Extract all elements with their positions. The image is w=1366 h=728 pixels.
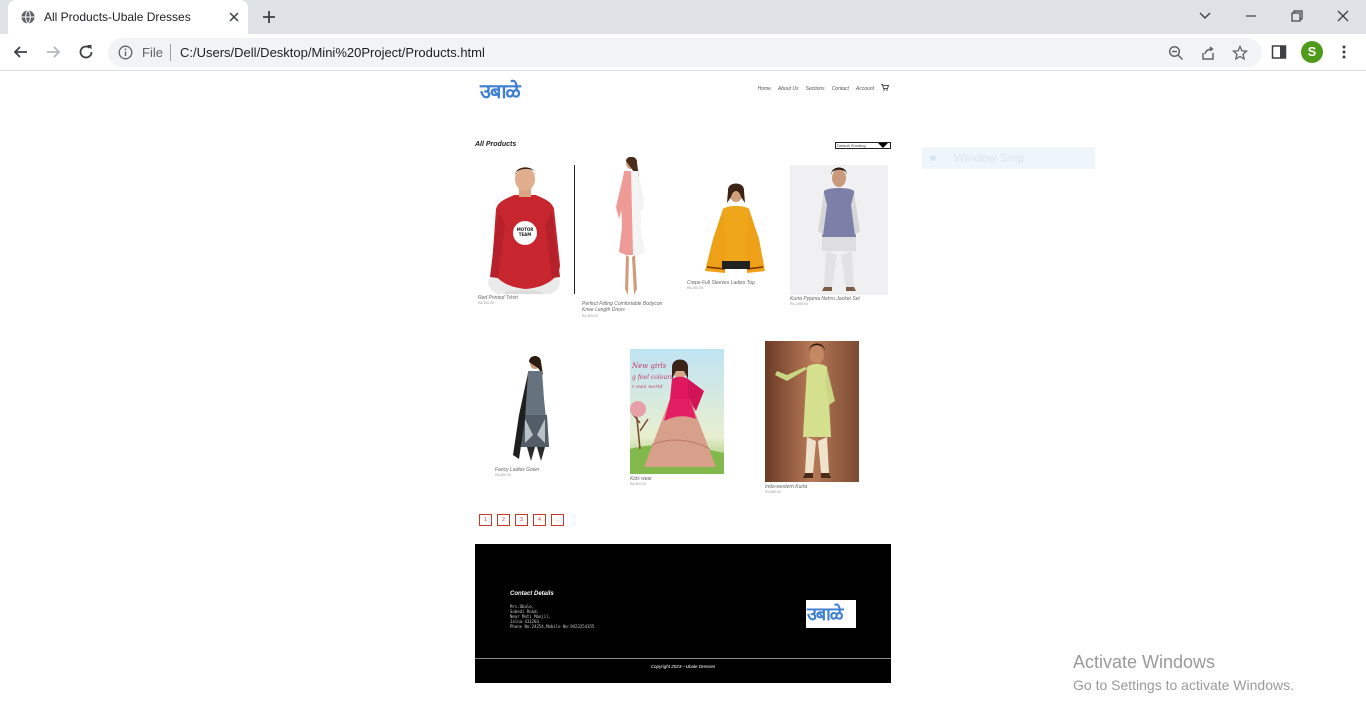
footer-copyright: Copyright 2023—Ubale Dresses: [650, 664, 716, 669]
window-close-icon[interactable]: [1334, 7, 1352, 25]
product-price: Rs.550.00: [765, 490, 781, 494]
restore-icon[interactable]: [1288, 7, 1306, 25]
page-4-button[interactable]: 4: [533, 514, 546, 526]
back-arrow-icon[interactable]: [11, 42, 31, 62]
footer-divider: [475, 658, 891, 659]
snip-label: Window Snip: [954, 151, 1025, 165]
page-2-button[interactable]: 2: [497, 514, 510, 526]
svg-text:TEAM: TEAM: [519, 232, 532, 237]
product-card[interactable]: Crepe Full Sleeves Ladies Top Rs.250.00: [685, 179, 785, 299]
product-card[interactable]: New girls g feel colours r own world Kid…: [630, 349, 730, 489]
next-page-button[interactable]: →: [551, 514, 564, 526]
main-nav: Home About Us Sections Contact Account: [758, 84, 889, 92]
info-icon[interactable]: [118, 45, 133, 60]
share-icon[interactable]: [1200, 45, 1216, 61]
product-name[interactable]: Perfect Fitting Comfortable Bodycon Knee…: [582, 301, 662, 313]
footer-logo-text: उबाळे: [807, 604, 843, 625]
browser-toolbar: File C:/Users/Dell/Desktop/Mini%20Projec…: [0, 34, 1366, 71]
footer-contact: Mrs.Ubale, Subedi Road, Near Moti Manjil…: [510, 604, 594, 629]
product-image[interactable]: New girls g feel colours r own world: [630, 349, 724, 474]
svg-text:New girls: New girls: [631, 362, 667, 370]
product-card[interactable]: Kurta Pyjama Nehru Jacket Set Rs.1499.00: [790, 165, 890, 306]
more-menu-icon[interactable]: [1335, 43, 1353, 61]
activate-windows-title: Activate Windows: [1073, 652, 1216, 672]
tab-title: All Products-Ubale Dresses: [44, 10, 191, 24]
nav-contact[interactable]: Contact: [832, 86, 849, 92]
product-price: Rs.300.00: [478, 301, 494, 305]
product-card[interactable]: MOTOR TEAM Red Printed Tshirt Rs.300.00: [478, 165, 575, 305]
nav-home[interactable]: Home: [758, 86, 771, 92]
product-card[interactable]: Fancy Ladies Gown Rs.600.00: [495, 355, 585, 479]
product-image[interactable]: [600, 157, 660, 299]
chevron-down-icon[interactable]: [1196, 7, 1214, 25]
zoom-out-icon[interactable]: [1168, 45, 1184, 61]
product-name-line: Knee Length Dress: [582, 307, 625, 313]
file-label: File: [142, 45, 163, 60]
side-panel-icon[interactable]: [1270, 43, 1288, 61]
address-bar[interactable]: File C:/Users/Dell/Desktop/Mini%20Projec…: [108, 38, 1262, 67]
svg-text:r own world: r own world: [632, 384, 663, 390]
tab-strip: All Products-Ubale Dresses: [0, 0, 1366, 34]
cart-icon[interactable]: [881, 84, 889, 91]
logo-text: उबाळे: [480, 79, 521, 103]
reload-icon[interactable]: [76, 42, 96, 62]
product-price: Rs.1499.00: [790, 302, 808, 306]
product-price: Rs.250.00: [687, 286, 703, 290]
product-image[interactable]: MOTOR TEAM: [478, 165, 575, 294]
product-image[interactable]: [505, 355, 565, 465]
tab-active[interactable]: All Products-Ubale Dresses: [8, 0, 248, 34]
new-tab-icon[interactable]: [260, 8, 278, 26]
product-price: Rs.600.00: [495, 473, 511, 477]
product-price: Rs.500.00: [630, 482, 646, 486]
nav-about-us[interactable]: About Us: [778, 86, 799, 92]
site-logo[interactable]: उबाळे: [480, 77, 521, 104]
nav-account[interactable]: Account: [856, 86, 874, 92]
sort-value: Default Shorting: [837, 143, 866, 148]
star-icon[interactable]: [1232, 45, 1248, 61]
forward-arrow-icon[interactable]: [43, 42, 63, 62]
product-card[interactable]: Indo-western Kurta Rs.550.00: [765, 341, 865, 496]
footer-line: Phone No:24254,Mobile No:9423254355: [510, 624, 595, 629]
product-image[interactable]: [765, 341, 859, 482]
page-title: All Products: [475, 141, 517, 148]
pagination: 1 2 3 4 →: [479, 514, 564, 526]
activate-windows-subtitle: Go to Settings to activate Windows.: [1073, 677, 1294, 693]
sort-select[interactable]: Default Shorting: [835, 142, 891, 149]
window-snip-overlay: Window Snip: [922, 147, 1095, 169]
snip-dot-icon: [930, 155, 936, 161]
product-image[interactable]: [703, 179, 767, 279]
url-text[interactable]: C:/Users/Dell/Desktop/Mini%20Project/Pro…: [180, 45, 485, 60]
svg-text:g feel colours: g feel colours: [632, 374, 673, 381]
minimize-icon[interactable]: [1242, 7, 1260, 25]
url-separator: [170, 44, 171, 61]
page-1-button[interactable]: 1: [479, 514, 492, 526]
chevron-down-icon: [878, 143, 888, 148]
product-card[interactable]: Perfect Fitting Comfortable Bodycon Knee…: [580, 157, 680, 318]
footer-title: Contact Details: [510, 591, 554, 597]
site-footer: Contact Details Mrs.Ubale, Subedi Road, …: [475, 544, 891, 683]
product-price: Rs.399.00: [582, 314, 598, 318]
close-icon[interactable]: [226, 9, 242, 25]
page-3-button[interactable]: 3: [515, 514, 528, 526]
footer-logo: उबाळे: [806, 600, 856, 628]
globe-icon: [21, 10, 35, 24]
products-page: उबाळे Home About Us Sections Contact Acc…: [475, 71, 891, 691]
product-image[interactable]: [790, 165, 888, 295]
profile-avatar[interactable]: S: [1301, 41, 1323, 63]
nav-sections[interactable]: Sections: [806, 86, 825, 92]
